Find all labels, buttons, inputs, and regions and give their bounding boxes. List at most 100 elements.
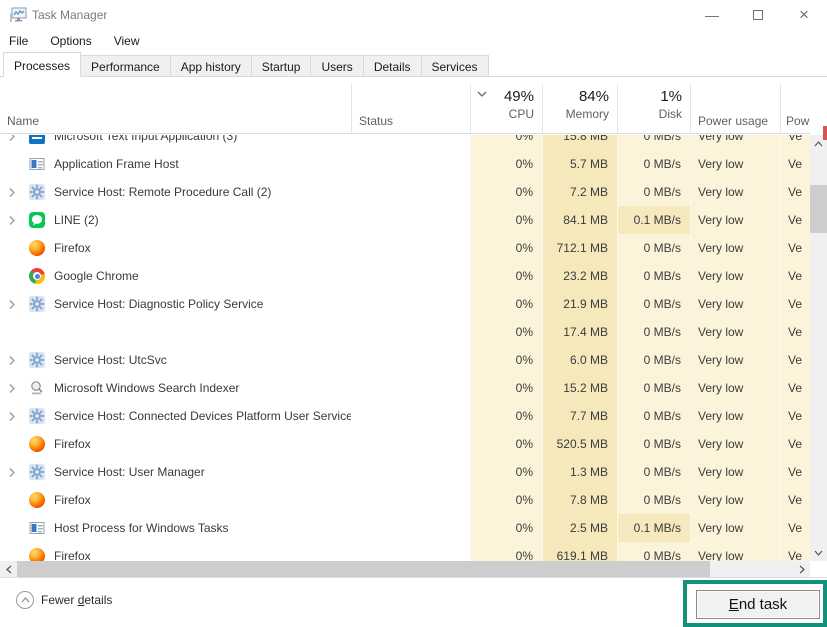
- expand-chevron-icon[interactable]: [8, 523, 22, 534]
- power-usage-cell: Very low: [690, 486, 780, 514]
- process-name-cell: Host Process for Windows Tasks: [0, 514, 351, 542]
- menu-options[interactable]: Options: [39, 34, 102, 48]
- process-name-cell: Google Chrome: [0, 262, 351, 290]
- gear-icon: [29, 352, 45, 368]
- table-row[interactable]: Service Host: Connected Devices Platform…: [0, 402, 810, 430]
- tab-performance[interactable]: Performance: [80, 55, 171, 77]
- process-name: Microsoft Text Input Application (3): [54, 135, 237, 143]
- tab-details[interactable]: Details: [363, 55, 422, 77]
- status-cell: [351, 178, 470, 206]
- process-name-cell: Service Host: Remote Procedure Call (2): [0, 178, 351, 206]
- task-manager-window: Task Manager — × File Options View Proce…: [0, 0, 827, 627]
- column-header-power-usage[interactable]: Power usage: [690, 84, 780, 133]
- close-button[interactable]: ×: [781, 0, 827, 30]
- disk-cell: 0 MB/s: [617, 374, 690, 402]
- keyboard-icon: [29, 135, 45, 144]
- table-row[interactable]: Microsoft Windows Search Indexer 0% 15.2…: [0, 374, 810, 402]
- tab-startup[interactable]: Startup: [251, 55, 312, 77]
- column-header-power-usage-trend[interactable]: Powe: [780, 84, 810, 133]
- scroll-left-icon[interactable]: [0, 561, 17, 577]
- column-header-status[interactable]: Status: [351, 84, 470, 133]
- memory-cell: 2.5 MB: [542, 514, 617, 542]
- table-row[interactable]: Application Frame Host 0% 5.7 MB 0 MB/s …: [0, 150, 810, 178]
- expand-chevron-icon[interactable]: [8, 439, 22, 450]
- tab-processes[interactable]: Processes: [3, 52, 81, 77]
- power-usage-trend-cell: Ve: [780, 234, 810, 262]
- expand-chevron-icon[interactable]: [8, 467, 22, 478]
- table-row[interactable]: LINE (2) 0% 84.1 MB 0.1 MB/s Very low Ve: [0, 206, 810, 234]
- tab-users[interactable]: Users: [310, 55, 363, 77]
- menu-view[interactable]: View: [103, 34, 151, 48]
- process-name-cell: Firefox: [0, 542, 351, 561]
- disk-cell: 0 MB/s: [617, 234, 690, 262]
- cpu-cell: 0%: [470, 430, 542, 458]
- scroll-down-icon[interactable]: [810, 544, 827, 561]
- table-row[interactable]: Service Host: User Manager 0% 1.3 MB 0 M…: [0, 458, 810, 486]
- power-usage-cell: Very low: [690, 514, 780, 542]
- table-row[interactable]: 0% 17.4 MB 0 MB/s Very low Ve: [0, 318, 810, 346]
- fewer-details-toggle[interactable]: Fewer details: [16, 591, 112, 609]
- expand-chevron-icon[interactable]: [8, 187, 22, 198]
- power-usage-trend-cell: Ve: [780, 206, 810, 234]
- fewer-details-label: Fewer details: [41, 593, 112, 607]
- expand-chevron-icon[interactable]: [8, 215, 22, 226]
- horizontal-scrollbar-thumb[interactable]: [17, 561, 710, 577]
- column-header-name[interactable]: Name: [0, 84, 351, 133]
- expand-chevron-icon[interactable]: [8, 355, 22, 366]
- expand-chevron-icon[interactable]: [8, 135, 22, 142]
- expand-chevron-icon[interactable]: [8, 551, 22, 562]
- table-row[interactable]: Firefox 0% 712.1 MB 0 MB/s Very low Ve: [0, 234, 810, 262]
- expand-chevron-icon[interactable]: [8, 411, 22, 422]
- firefox-icon: [29, 548, 45, 561]
- status-cell: [351, 262, 470, 290]
- expand-chevron-icon[interactable]: [8, 299, 22, 310]
- table-row[interactable]: Google Chrome 0% 23.2 MB 0 MB/s Very low…: [0, 262, 810, 290]
- column-header-memory[interactable]: 84%Memory: [542, 84, 617, 133]
- vertical-scrollbar[interactable]: [810, 135, 827, 561]
- horizontal-scrollbar[interactable]: [0, 561, 810, 577]
- process-name: Service Host: Remote Procedure Call (2): [54, 185, 271, 199]
- power-usage-cell: Very low: [690, 542, 780, 561]
- power-usage-trend-cell: Ve: [780, 374, 810, 402]
- minimize-button[interactable]: —: [689, 0, 735, 30]
- expand-chevron-icon[interactable]: [8, 383, 22, 394]
- disk-cell: 0 MB/s: [617, 135, 690, 150]
- column-header-disk[interactable]: 1%Disk: [617, 84, 690, 133]
- cpu-cell: 0%: [470, 402, 542, 430]
- tab-app-history[interactable]: App history: [170, 55, 252, 77]
- expand-chevron-icon[interactable]: [8, 159, 22, 170]
- power-usage-cell: Very low: [690, 374, 780, 402]
- process-name-cell: Service Host: User Manager: [0, 458, 351, 486]
- vertical-scrollbar-thumb[interactable]: [810, 185, 827, 233]
- cpu-cell: 0%: [470, 486, 542, 514]
- process-name: Service Host: Connected Devices Platform…: [54, 409, 351, 423]
- table-row[interactable]: Service Host: UtcSvc 0% 6.0 MB 0 MB/s Ve…: [0, 346, 810, 374]
- table-row[interactable]: Host Process for Windows Tasks 0% 2.5 MB…: [0, 514, 810, 542]
- cpu-cell: 0%: [470, 206, 542, 234]
- table-row[interactable]: Firefox 0% 520.5 MB 0 MB/s Very low Ve: [0, 430, 810, 458]
- maximize-button[interactable]: [735, 0, 781, 30]
- process-name-cell: Service Host: UtcSvc: [0, 346, 351, 374]
- expand-chevron-icon[interactable]: [8, 243, 22, 254]
- gear-icon: [29, 464, 45, 480]
- table-row[interactable]: Service Host: Remote Procedure Call (2) …: [0, 178, 810, 206]
- expand-chevron-icon[interactable]: [8, 327, 22, 338]
- close-icon: ×: [799, 5, 809, 25]
- table-row[interactable]: Firefox 0% 7.8 MB 0 MB/s Very low Ve: [0, 486, 810, 514]
- column-header-cpu[interactable]: 49%CPU: [470, 84, 542, 133]
- table-row[interactable]: Microsoft Text Input Application (3) 0% …: [0, 135, 810, 150]
- table-row[interactable]: Firefox 0% 619.1 MB 0 MB/s Very low Ve: [0, 542, 810, 561]
- table-row[interactable]: Service Host: Diagnostic Policy Service …: [0, 290, 810, 318]
- expand-chevron-icon[interactable]: [8, 271, 22, 282]
- expand-chevron-icon[interactable]: [8, 495, 22, 506]
- cpu-cell: 0%: [470, 514, 542, 542]
- memory-cell: 6.0 MB: [542, 346, 617, 374]
- end-task-button[interactable]: End task: [696, 590, 820, 619]
- memory-cell: 712.1 MB: [542, 234, 617, 262]
- scroll-right-icon[interactable]: [793, 561, 810, 577]
- memory-cell: 7.8 MB: [542, 486, 617, 514]
- status-cell: [351, 135, 470, 150]
- disk-cell: 0.1 MB/s: [617, 206, 690, 234]
- menu-file[interactable]: File: [0, 34, 39, 48]
- tab-services[interactable]: Services: [421, 55, 489, 77]
